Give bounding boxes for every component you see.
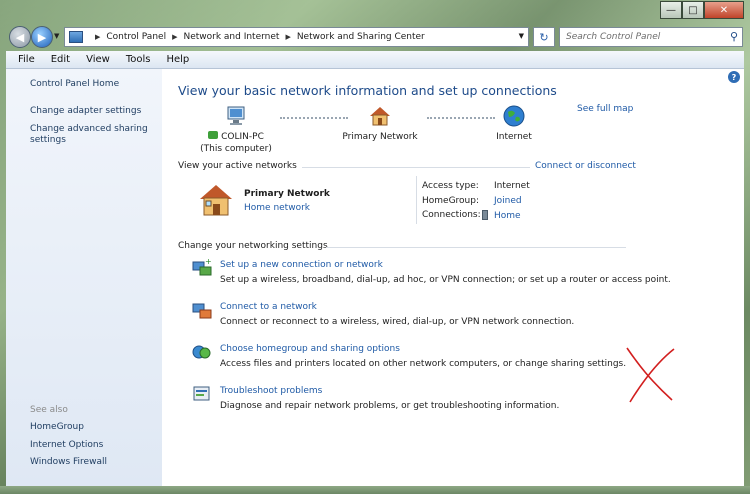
back-button[interactable]: ◀ bbox=[9, 26, 31, 48]
search-input[interactable]: Search Control Panel ⚲ bbox=[559, 27, 743, 47]
connection-home-link[interactable]: Home bbox=[482, 210, 521, 221]
breadcrumb-separator-icon[interactable]: ▶ bbox=[95, 33, 100, 41]
svg-text:+: + bbox=[205, 258, 212, 266]
change-settings-label: Change your networking settings bbox=[178, 241, 328, 251]
menu-help[interactable]: Help bbox=[158, 54, 197, 65]
red-cross-annotation-icon bbox=[626, 347, 675, 403]
connections-label: Connections: bbox=[422, 210, 481, 220]
home-network-icon bbox=[370, 107, 390, 126]
task-connect-to-network[interactable]: Connect to a network bbox=[220, 302, 317, 312]
navigation-bar: ◀ ▶ ▼ ▶ Control Panel ▶ Network and Inte… bbox=[6, 25, 744, 51]
see-also-label: See also bbox=[30, 405, 68, 415]
task-homegroup-sharing[interactable]: Choose homegroup and sharing options bbox=[220, 344, 400, 354]
address-bar[interactable]: ▶ Control Panel ▶ Network and Internet ▶… bbox=[64, 27, 529, 47]
computer-icon bbox=[227, 106, 245, 125]
active-network-name: Primary Network bbox=[244, 189, 330, 199]
map-computer-node[interactable]: COLIN-PC (This computer) bbox=[196, 105, 276, 155]
task-setup-new-connection[interactable]: Set up a new connection or network bbox=[220, 260, 383, 270]
task-troubleshoot[interactable]: Troubleshoot problems bbox=[220, 386, 322, 396]
menu-edit[interactable]: Edit bbox=[43, 54, 78, 65]
breadcrumb-network-sharing-center[interactable]: Network and Sharing Center bbox=[297, 32, 425, 42]
network-name: Primary Network bbox=[342, 132, 418, 142]
access-type-value: Internet bbox=[494, 181, 530, 191]
close-icon[interactable]: ✕ bbox=[704, 1, 744, 19]
refresh-icon[interactable]: ↻ bbox=[533, 27, 555, 47]
task-troubleshoot-desc: Diagnose and repair network problems, or… bbox=[220, 401, 560, 411]
control-panel-icon bbox=[69, 31, 83, 43]
internet-label: Internet bbox=[496, 132, 532, 142]
address-dropdown-icon[interactable]: ▼ bbox=[519, 32, 524, 40]
maximize-icon[interactable]: □ bbox=[682, 1, 704, 19]
map-network-node[interactable]: Primary Network bbox=[340, 105, 420, 143]
task-connect-to-network-desc: Connect or reconnect to a wireless, wire… bbox=[220, 317, 575, 327]
new-connection-icon: + bbox=[192, 258, 212, 276]
connect-or-disconnect-link[interactable]: Connect or disconnect bbox=[535, 161, 636, 171]
task-homegroup-sharing-desc: Access files and printers located on oth… bbox=[220, 359, 627, 369]
sidebar-change-advanced-sharing[interactable]: Change advanced sharing settings bbox=[30, 124, 150, 146]
see-also-internet-options[interactable]: Internet Options bbox=[30, 440, 150, 451]
minimize-icon[interactable]: — bbox=[660, 1, 682, 19]
home-network-link[interactable]: Home network bbox=[244, 203, 310, 213]
recent-pages-dropdown-icon[interactable]: ▼ bbox=[54, 32, 59, 40]
active-networks-label: View your active networks bbox=[178, 161, 297, 171]
home-network-icon bbox=[200, 185, 232, 216]
sidebar: Control Panel Home Change adapter settin… bbox=[6, 69, 162, 486]
breadcrumb-separator-icon[interactable]: ▶ bbox=[285, 33, 290, 41]
help-icon[interactable]: ? bbox=[728, 71, 740, 83]
page-title: View your basic network information and … bbox=[178, 83, 557, 98]
menu-file[interactable]: File bbox=[10, 54, 43, 65]
menu-view[interactable]: View bbox=[78, 54, 118, 65]
content-area: Control Panel Home Change adapter settin… bbox=[6, 69, 744, 486]
forward-button[interactable]: ▶ bbox=[31, 26, 53, 48]
homegroup-label: HomeGroup: bbox=[422, 196, 480, 206]
menu-tools[interactable]: Tools bbox=[118, 54, 159, 65]
troubleshoot-icon bbox=[193, 386, 210, 401]
see-also-homegroup[interactable]: HomeGroup bbox=[30, 422, 150, 433]
computer-name: COLIN-PC bbox=[196, 131, 276, 143]
breadcrumb-control-panel[interactable]: Control Panel bbox=[106, 32, 166, 42]
connect-network-icon bbox=[192, 303, 212, 319]
search-icon[interactable]: ⚲ bbox=[730, 30, 738, 43]
ethernet-icon bbox=[482, 210, 488, 220]
map-connector bbox=[427, 117, 495, 119]
window-caption-buttons: — □ ✕ bbox=[660, 1, 744, 19]
user-icon bbox=[208, 131, 219, 139]
map-internet-node[interactable]: Internet bbox=[486, 105, 542, 143]
globe-icon bbox=[503, 105, 525, 127]
computer-sub: (This computer) bbox=[200, 144, 272, 154]
search-placeholder: Search Control Panel bbox=[566, 32, 661, 42]
divider bbox=[416, 176, 417, 224]
see-also-windows-firewall[interactable]: Windows Firewall bbox=[30, 457, 150, 468]
divider bbox=[326, 247, 626, 248]
task-setup-new-connection-desc: Set up a wireless, broadband, dial-up, a… bbox=[220, 275, 671, 285]
access-type-label: Access type: bbox=[422, 181, 479, 191]
main-panel: ? View your basic network information an… bbox=[162, 69, 744, 486]
sidebar-control-panel-home[interactable]: Control Panel Home bbox=[30, 79, 150, 90]
menu-bar: File Edit View Tools Help bbox=[6, 51, 744, 69]
window-bottom-border bbox=[0, 486, 750, 494]
divider bbox=[302, 167, 530, 168]
sidebar-change-adapter-settings[interactable]: Change adapter settings bbox=[30, 106, 150, 117]
breadcrumb-network-and-internet[interactable]: Network and Internet bbox=[183, 32, 279, 42]
see-full-map-link[interactable]: See full map bbox=[577, 104, 633, 114]
breadcrumb-separator-icon[interactable]: ▶ bbox=[172, 33, 177, 41]
homegroup-joined-link[interactable]: Joined bbox=[494, 196, 522, 206]
map-connector bbox=[280, 117, 348, 119]
homegroup-sharing-icon bbox=[192, 345, 211, 359]
